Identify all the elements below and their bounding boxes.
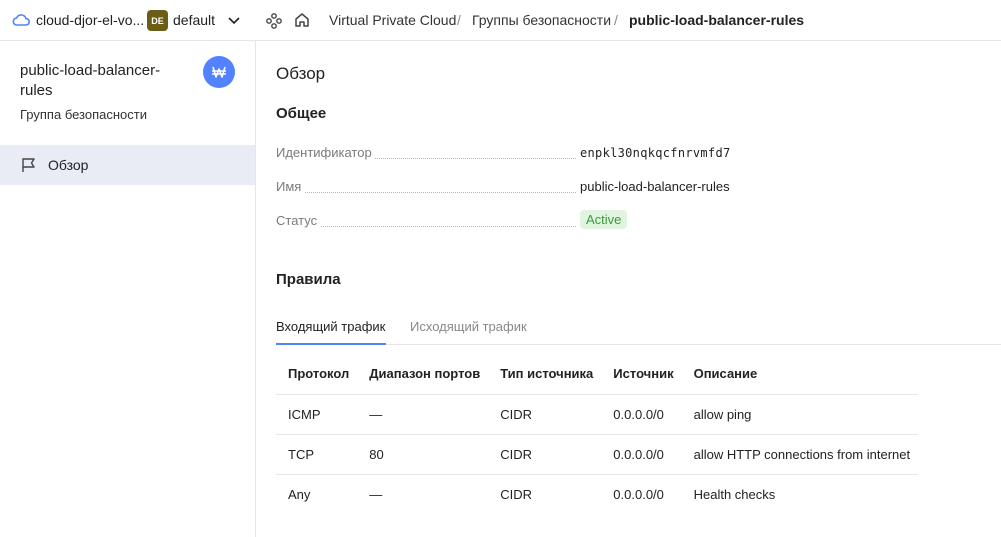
table-cell: CIDR xyxy=(500,486,532,502)
breadcrumb-separator: / xyxy=(457,12,461,28)
name-value: public-load-balancer-rules xyxy=(580,179,730,194)
sidebar-item-overview[interactable]: Обзор xyxy=(0,145,255,185)
traffic-tabs: Входящий трафик Исходящий трафик xyxy=(276,311,1001,345)
sidebar-subtitle: Группа безопасности xyxy=(20,107,147,122)
table-cell: allow ping xyxy=(681,394,919,435)
folder-name[interactable]: default xyxy=(173,12,215,28)
id-row: Идентификатор xyxy=(276,145,576,165)
page-title: Обзор xyxy=(276,64,326,83)
folder-badge[interactable]: DE xyxy=(147,10,168,31)
table-row[interactable]: ICMP — CIDR 0.0.0.0/0 allow ping xyxy=(276,394,919,435)
table-cell: Health checks xyxy=(693,486,776,502)
security-group-icon xyxy=(203,56,235,88)
table-cell: 80 xyxy=(357,434,489,475)
table-cell: 0.0.0.0/0 xyxy=(601,394,682,435)
general-heading: Общее xyxy=(276,105,327,122)
flag-icon xyxy=(22,158,35,172)
status-label: Статус xyxy=(276,213,321,228)
sidebar: public-load-balancer-rules Группа безопа… xyxy=(0,41,256,537)
table-row[interactable]: TCP 80 CIDR 0.0.0.0/0 allow HTTP connect… xyxy=(276,434,919,475)
column-header: Протокол xyxy=(276,354,358,395)
column-header: Описание xyxy=(681,354,919,395)
table-cell: Any xyxy=(288,486,311,502)
cloud-icon[interactable] xyxy=(12,12,30,28)
cloud-name[interactable]: cloud-djor-el-vo... xyxy=(36,12,144,28)
breadcrumb-vpc[interactable]: Virtual Private Cloud xyxy=(329,12,456,28)
name-row: Имя xyxy=(276,179,576,199)
status-badge: Active xyxy=(580,210,628,229)
table-cell: — xyxy=(369,486,383,502)
tab-egress[interactable]: Исходящий трафик xyxy=(410,319,527,334)
name-label: Имя xyxy=(276,179,305,194)
id-label: Идентификатор xyxy=(276,145,375,160)
top-bar: cloud-djor-el-vo... DE default Virtual P… xyxy=(0,0,1001,41)
chevron-down-icon[interactable] xyxy=(227,13,241,27)
breadcrumb-security-groups[interactable]: Группы безопасности xyxy=(472,12,611,28)
column-header: Тип источника xyxy=(488,354,602,395)
table-header-row: Протокол Диапазон портов Тип источника И… xyxy=(276,354,919,395)
table-cell: — xyxy=(357,394,489,435)
breadcrumb-separator: / xyxy=(614,12,618,28)
breadcrumb-current: public-load-balancer-rules xyxy=(629,12,805,28)
table-cell: TCP xyxy=(276,434,358,475)
id-value[interactable]: enpkl30nqkqcfnrvmfd7 xyxy=(580,146,731,160)
services-icon[interactable] xyxy=(265,12,283,30)
table-cell: ICMP xyxy=(276,394,358,435)
table-cell: CIDR xyxy=(488,434,602,475)
rules-table: Протокол Диапазон портов Тип источника И… xyxy=(276,354,919,514)
main-content: Обзор Общее Идентификатор enpkl30nqkqcfn… xyxy=(276,41,1001,537)
status-row: Статус xyxy=(276,213,576,233)
table-cell: 0.0.0.0/0 xyxy=(601,434,682,475)
table-cell: CIDR xyxy=(488,394,602,435)
sidebar-title: public-load-balancer-rules xyxy=(20,62,161,99)
sidebar-item-label: Обзор xyxy=(48,157,89,173)
active-tab-indicator xyxy=(276,343,386,345)
tab-ingress[interactable]: Входящий трафик xyxy=(276,319,385,334)
dotted-leader xyxy=(276,226,576,227)
home-icon[interactable] xyxy=(293,11,311,29)
table-cell: allow HTTP connections from internet xyxy=(681,434,919,475)
column-header: Источник xyxy=(601,354,682,395)
dotted-leader xyxy=(276,192,576,193)
column-header: Диапазон портов xyxy=(357,354,489,395)
rules-heading: Правила xyxy=(276,271,341,288)
table-row[interactable]: Any — CIDR 0.0.0.0/0 Health checks xyxy=(276,474,918,514)
table-cell: 0.0.0.0/0 xyxy=(613,486,664,502)
